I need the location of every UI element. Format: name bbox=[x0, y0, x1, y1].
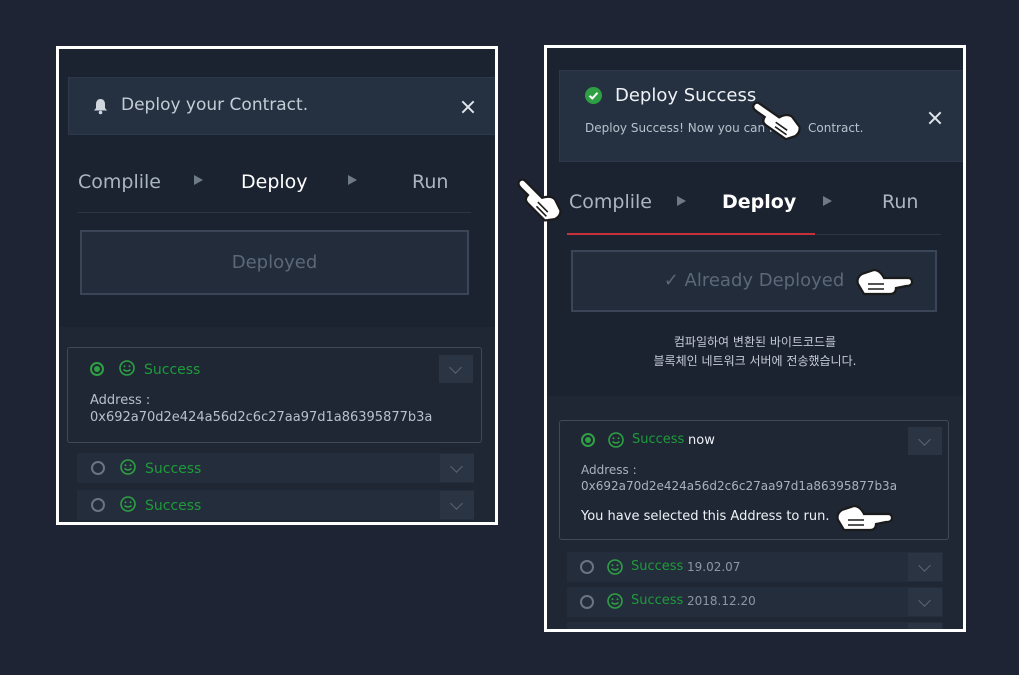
chevron-down-icon[interactable] bbox=[440, 454, 474, 482]
chevron-down-icon[interactable] bbox=[440, 491, 474, 519]
result-radio[interactable] bbox=[580, 560, 594, 574]
address-value: 0x692a70d2e424a56d2c6c27aa97d1a86395877b… bbox=[581, 479, 898, 493]
toast-title: Deploy Success bbox=[615, 85, 757, 106]
bell-icon bbox=[94, 99, 107, 115]
check-circle-icon bbox=[585, 87, 602, 104]
result-radio[interactable] bbox=[580, 595, 594, 609]
step-deploy[interactable]: Deploy bbox=[241, 171, 308, 193]
address-label: Address : bbox=[581, 463, 637, 477]
result-radio[interactable] bbox=[90, 362, 104, 376]
chevron-down-icon[interactable] bbox=[908, 623, 942, 629]
step-run[interactable]: Run bbox=[882, 191, 918, 213]
chevron-down-icon[interactable] bbox=[908, 427, 942, 455]
deployed-button[interactable]: Deployed bbox=[80, 230, 469, 295]
chevron-down-icon[interactable] bbox=[908, 553, 942, 581]
result-radio[interactable] bbox=[91, 498, 105, 512]
result-time: 2018.12.20 bbox=[687, 594, 756, 608]
deployed-button-label: Deployed bbox=[231, 252, 318, 273]
step-deploy[interactable]: Deploy bbox=[722, 191, 796, 213]
result-row[interactable] bbox=[567, 552, 943, 582]
smile-icon bbox=[607, 559, 623, 575]
selection-note: You have selected this Address to run. bbox=[581, 509, 830, 524]
address-label: Address : bbox=[90, 393, 151, 408]
smile-icon bbox=[119, 360, 135, 376]
info-text: 컴파일하여 변환된 바이트코드를 블록체인 네트워크 서버에 전송했습니다. bbox=[547, 333, 963, 371]
hand-pointer-icon bbox=[836, 504, 894, 532]
result-radio[interactable] bbox=[581, 433, 595, 447]
hand-pointer-icon bbox=[517, 178, 562, 222]
result-status: Success bbox=[145, 498, 202, 514]
already-deployed-label: ✓ Already Deployed bbox=[663, 270, 845, 291]
result-status: Success bbox=[144, 362, 201, 378]
step-arrow-icon bbox=[823, 196, 832, 206]
result-status: Success bbox=[145, 461, 202, 477]
hand-pointer-icon bbox=[752, 101, 801, 141]
chevron-down-icon[interactable] bbox=[439, 355, 473, 383]
result-status: Success bbox=[631, 593, 684, 608]
step-compile[interactable]: Complile bbox=[78, 171, 161, 193]
result-time: 19.02.07 bbox=[687, 560, 741, 574]
left-screenshot-panel: Deploy your Contract. Complile Deploy Ru… bbox=[56, 46, 498, 525]
address-value: 0x692a70d2e424a56d2c6c27aa97d1a86395877b… bbox=[90, 410, 433, 425]
result-radio[interactable] bbox=[91, 461, 105, 475]
result-status: Success bbox=[631, 559, 684, 574]
chevron-down-icon[interactable] bbox=[908, 588, 942, 616]
active-step-underline bbox=[567, 233, 815, 235]
result-row[interactable] bbox=[77, 453, 474, 483]
step-arrow-icon bbox=[348, 175, 357, 185]
step-arrow-icon bbox=[194, 175, 203, 185]
result-status: Success bbox=[632, 432, 685, 447]
notification-toast: Deploy your Contract. bbox=[68, 77, 495, 135]
info-line-1: 컴파일하여 변환된 바이트코드를 bbox=[673, 335, 837, 349]
smile-icon bbox=[608, 432, 624, 448]
close-icon[interactable] bbox=[461, 100, 475, 114]
result-card-selected[interactable]: Success Address : 0x692a70d2e424a56d2c6c… bbox=[67, 347, 482, 443]
result-time: now bbox=[688, 433, 715, 448]
step-compile[interactable]: Complile bbox=[569, 191, 652, 213]
info-line-2: 블록체인 네트워크 서버에 전송했습니다. bbox=[653, 354, 857, 368]
smile-icon bbox=[120, 459, 136, 475]
result-row[interactable] bbox=[567, 622, 943, 629]
toast-message: Deploy your Contract. bbox=[121, 95, 309, 115]
hand-pointer-icon bbox=[856, 268, 914, 296]
toast-message-end: Contract. bbox=[808, 121, 864, 135]
step-arrow-icon bbox=[677, 196, 686, 206]
step-run[interactable]: Run bbox=[412, 171, 448, 193]
divider bbox=[78, 212, 471, 213]
result-row[interactable] bbox=[77, 490, 474, 520]
smile-icon bbox=[607, 593, 623, 609]
smile-icon bbox=[120, 496, 136, 512]
close-icon[interactable] bbox=[928, 111, 942, 125]
